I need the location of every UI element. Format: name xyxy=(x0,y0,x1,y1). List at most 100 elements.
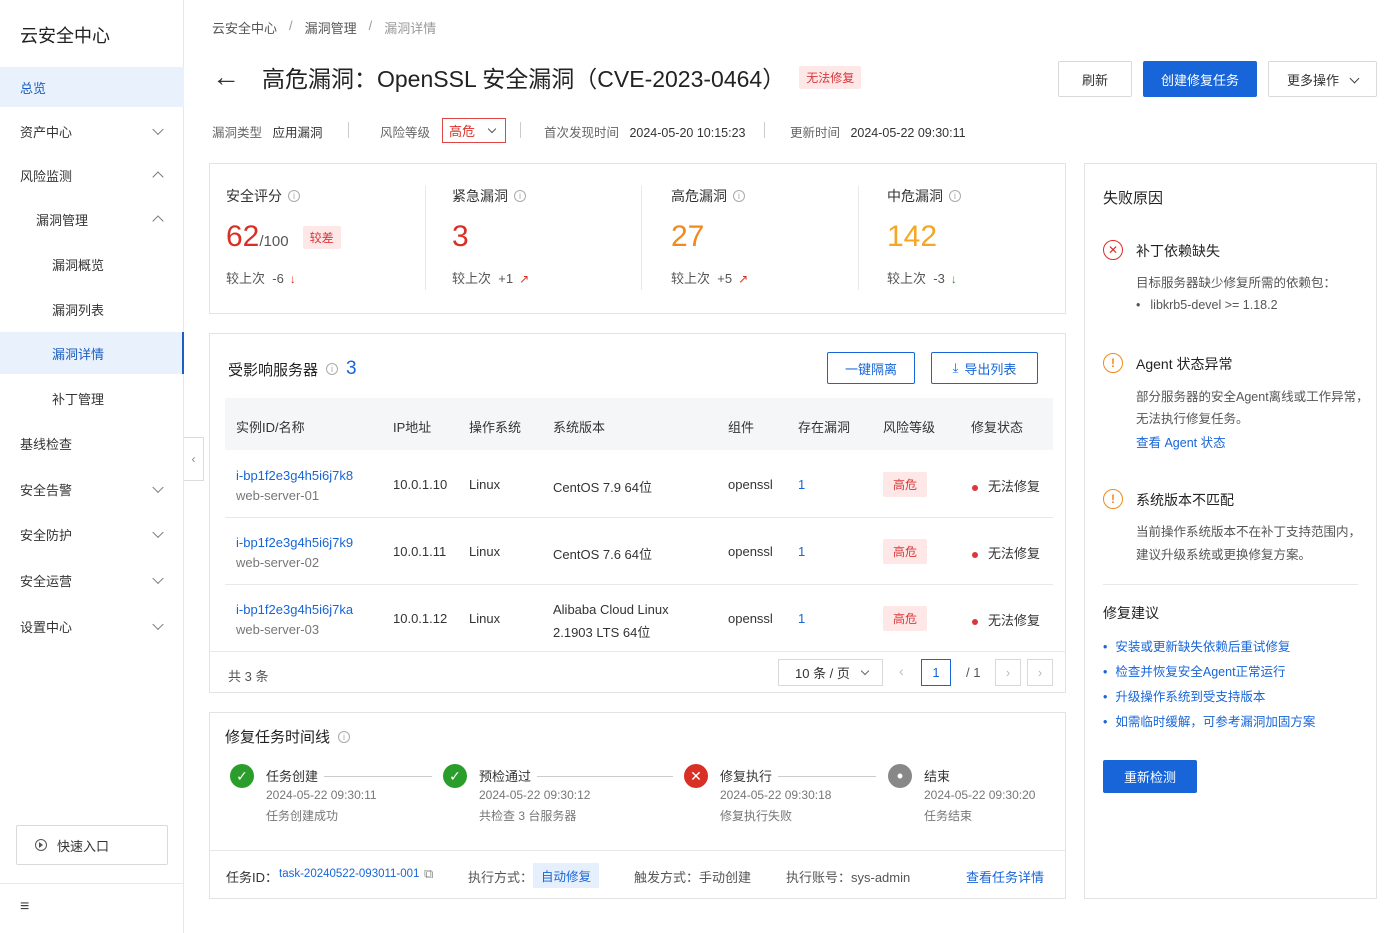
step-time: 2024-05-22 09:30:11 xyxy=(266,788,377,802)
recheck-button[interactable]: 重新检测 xyxy=(1103,760,1197,793)
step-title: 预检通过 xyxy=(479,769,532,784)
nav-assets[interactable]: 资产中心 xyxy=(0,111,184,151)
nav-label: 风险监测 xyxy=(20,168,73,184)
refresh-button[interactable]: 刷新 xyxy=(1058,61,1132,97)
check-circle-icon: ✓ xyxy=(443,764,467,788)
servers-title: 受影响服务器 xyxy=(228,361,319,379)
column-header: IP地址 xyxy=(393,420,432,435)
nav-label: 安全运营 xyxy=(20,573,73,589)
ip-address: 10.0.1.12 xyxy=(393,611,448,626)
stat-label: 高危漏洞 xyxy=(671,188,727,204)
divider xyxy=(764,122,765,138)
divider xyxy=(1103,584,1358,585)
instance-id-link[interactable]: i-bp1f2e3g4h5i6j7k9 xyxy=(236,535,353,550)
check-circle-icon: ✓ xyxy=(230,764,254,788)
more-actions-button[interactable]: 更多操作 xyxy=(1268,61,1377,97)
breadcrumb-separator: / xyxy=(289,18,293,33)
table-row[interactable]: i-bp1f2e3g4h5i6j7ka web-server-03 10.0.1… xyxy=(225,585,1053,651)
table-row[interactable]: i-bp1f2e3g4h5i6j7k9 web-server-02 10.0.1… xyxy=(225,518,1053,584)
chevron-down-icon xyxy=(152,123,164,136)
vuln-count-link[interactable]: 1 xyxy=(798,477,805,492)
risk-level-select[interactable]: 高危 xyxy=(442,118,506,143)
prev-page-icon[interactable]: ‹ xyxy=(899,663,904,679)
nav-risk-monitor[interactable]: 风险监测 xyxy=(0,155,184,195)
suggestion-link[interactable]: 检查并恢复安全Agent正常运行 xyxy=(1103,661,1285,680)
isolate-button[interactable]: 一键隔离 xyxy=(827,352,915,384)
nav-settings[interactable]: 设置中心 xyxy=(0,606,184,646)
info-icon[interactable]: i xyxy=(949,190,961,202)
reason-text: 建议升级系统或更换修复方案。 xyxy=(1136,548,1312,562)
reason-title: 补丁依赖缺失 xyxy=(1136,243,1220,259)
next-page-button[interactable]: › xyxy=(995,659,1021,686)
nav-vuln-list[interactable]: 漏洞列表 xyxy=(0,289,184,329)
instance-id-link[interactable]: i-bp1f2e3g4h5i6j7ka xyxy=(236,602,353,617)
suggestion-link[interactable]: 安装或更新缺失依赖后重试修复 xyxy=(1103,636,1290,655)
view-agent-status-link[interactable]: 查看 Agent 状态 xyxy=(1136,432,1226,451)
step-desc: 任务结束 xyxy=(924,809,973,823)
step-time: 2024-05-22 09:30:18 xyxy=(720,788,832,802)
copy-icon[interactable]: ⧉ xyxy=(424,866,438,881)
instance-id-link[interactable]: i-bp1f2e3g4h5i6j7k8 xyxy=(236,468,353,483)
info-icon[interactable]: i xyxy=(288,190,300,202)
suggestion-title: 修复建议 xyxy=(1103,605,1159,621)
view-task-detail-link[interactable]: 查看任务详情 xyxy=(966,867,1044,886)
status-badge: 无法修复 xyxy=(799,65,862,89)
os: Linux xyxy=(469,611,501,626)
instance-name: web-server-01 xyxy=(236,488,320,503)
nav-protection[interactable]: 安全防护 xyxy=(0,514,184,554)
column-header: 组件 xyxy=(728,420,755,435)
nav-label: 补丁管理 xyxy=(52,391,105,407)
task-id-link[interactable]: task-20240522-093011-001 xyxy=(279,868,419,880)
update-time-label: 更新时间 xyxy=(790,126,841,140)
vuln-count-link[interactable]: 1 xyxy=(798,611,805,626)
breadcrumb-item[interactable]: 云安全中心 xyxy=(212,18,277,37)
last-page-button[interactable]: › xyxy=(1027,659,1053,686)
export-list-button[interactable]: ⤓ 导出列表 xyxy=(931,352,1038,384)
info-icon[interactable]: i xyxy=(338,730,351,743)
quick-entry-label: 快速入口 xyxy=(57,838,110,854)
chevron-down-icon xyxy=(487,124,497,134)
download-icon: ⤓ xyxy=(952,360,959,375)
stat-label: 安全评分 xyxy=(226,188,282,204)
exec-account: 执行账号：sys-admin xyxy=(786,870,911,885)
page-number-button[interactable]: 1 xyxy=(921,659,951,686)
update-time-value: 2024-05-22 09:30:11 xyxy=(850,126,966,140)
timeline-title: 修复任务时间线 xyxy=(225,729,331,746)
failure-title: 失败原因 xyxy=(1103,190,1164,207)
suggestion-link[interactable]: 升级操作系统到受支持版本 xyxy=(1103,686,1265,705)
sidebar-collapse-button[interactable]: ‹ xyxy=(184,437,204,481)
info-icon[interactable]: i xyxy=(326,363,339,375)
quick-entry-button[interactable]: 快速入口 xyxy=(16,825,168,865)
chevron-up-icon xyxy=(152,171,164,183)
info-icon[interactable]: i xyxy=(514,190,526,202)
risk-level-value: 高危 xyxy=(449,124,476,139)
page-size-select[interactable]: 10 条 / 页 xyxy=(778,659,883,686)
menu-icon[interactable]: ≡ xyxy=(20,898,29,916)
create-repair-task-button[interactable]: 创建修复任务 xyxy=(1143,61,1257,97)
breadcrumb-item[interactable]: 漏洞管理 xyxy=(305,18,357,37)
ip-address: 10.0.1.11 xyxy=(393,544,447,559)
timeline-header: 修复任务时间线 i xyxy=(225,726,351,747)
step-title: 任务创建 xyxy=(266,769,319,784)
table-row[interactable]: i-bp1f2e3g4h5i6j7k8 web-server-01 10.0.1… xyxy=(225,451,1053,517)
vuln-count-link[interactable]: 1 xyxy=(798,544,805,559)
instance-name: web-server-02 xyxy=(236,555,320,570)
nav-patch-management[interactable]: 补丁管理 xyxy=(0,378,184,418)
stat-delta-label: 较上次 xyxy=(671,271,711,286)
nav-alerts[interactable]: 安全告警 xyxy=(0,469,184,509)
nav-vuln-management[interactable]: 漏洞管理 xyxy=(0,199,184,239)
column-header: 修复状态 xyxy=(971,420,1024,435)
nav-overview[interactable]: 总览 xyxy=(0,67,184,107)
nav-vuln-detail[interactable]: 漏洞详情 xyxy=(0,332,184,374)
reason-detail: • libkrb5-devel >= 1.18.2 xyxy=(1136,298,1278,312)
nav-baseline[interactable]: 基线检查 xyxy=(0,423,184,463)
nav-label: 设置中心 xyxy=(20,619,73,635)
back-arrow-icon[interactable]: ← xyxy=(212,63,240,91)
nav-operations[interactable]: 安全运营 xyxy=(0,560,184,600)
risk-tag: 高危 xyxy=(883,606,928,631)
nav-vuln-overview[interactable]: 漏洞概览 xyxy=(0,244,184,284)
chevron-up-icon xyxy=(152,215,164,227)
timeline-connector xyxy=(324,776,432,777)
suggestion-link[interactable]: 如需临时缓解，可参考漏洞加固方案 xyxy=(1103,711,1315,730)
info-icon[interactable]: i xyxy=(733,190,745,202)
